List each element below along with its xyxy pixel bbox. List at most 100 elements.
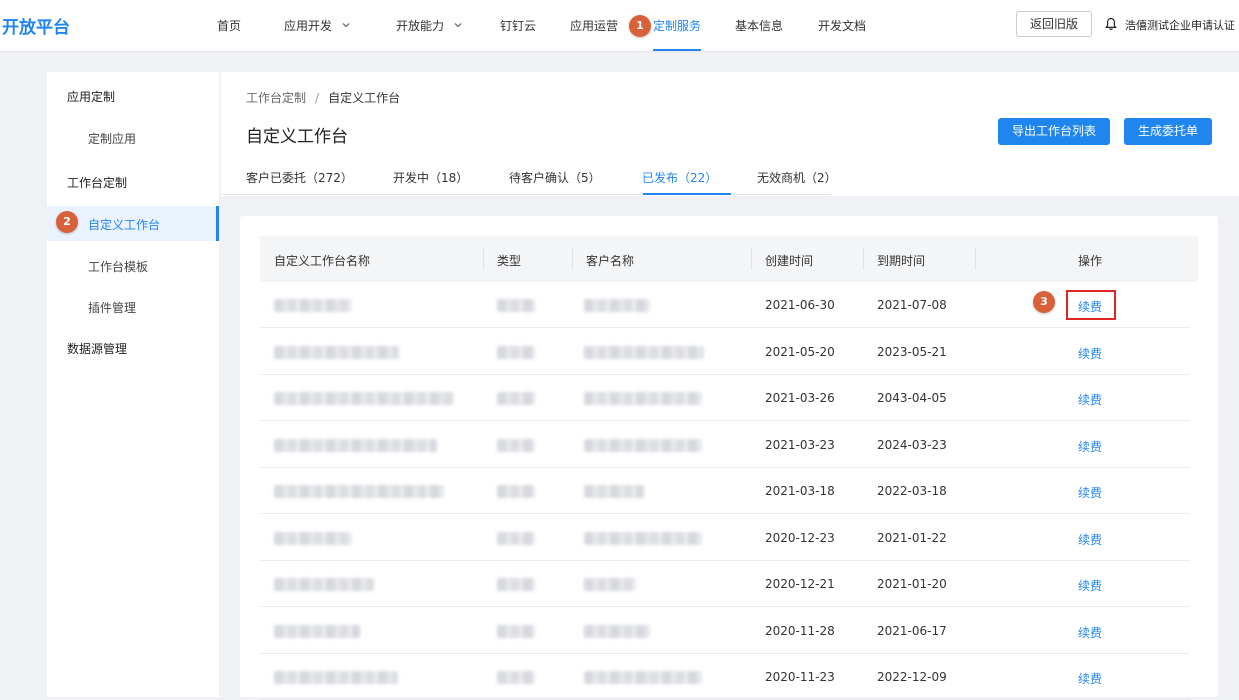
table-row: 2021-03-23 2024-03-23 续费 <box>260 422 1190 468</box>
sidebar-group-app-custom[interactable]: 应用定制 <box>67 88 115 105</box>
redacted-workbench-name <box>274 624 360 638</box>
created-date: 2021-06-30 <box>765 298 835 312</box>
redacted-customer-name <box>584 624 650 638</box>
redacted-customer-name <box>584 392 702 405</box>
created-date: 2021-03-23 <box>765 437 835 452</box>
expires-date: 2022-12-09 <box>877 670 947 684</box>
nav-item-dev-docs[interactable]: 开发文档 <box>818 17 866 34</box>
nav-item-app-dev[interactable]: 应用开发 <box>284 17 350 34</box>
nav-item-label: 应用运营 <box>570 19 619 33</box>
table-row: 2021-03-18 2022-03-18 续费 <box>260 468 1190 514</box>
nav-item-label: 基本信息 <box>735 19 784 33</box>
tab-commissioned[interactable]: 客户已委托（272） <box>246 169 353 186</box>
nav-item-label: 开放能力 <box>396 19 445 33</box>
redacted-workbench-name <box>274 578 374 591</box>
page-title: 自定义工作台 <box>246 127 348 147</box>
table-row: 2020-11-28 2021-06-17 续费 <box>260 608 1190 654</box>
redacted-customer-name <box>584 531 702 545</box>
column-separator <box>572 248 573 270</box>
export-workbench-list-button[interactable]: 导出工作台列表 <box>998 118 1110 145</box>
redacted-type <box>497 392 535 405</box>
nav-item-basic-info[interactable]: 基本信息 <box>735 17 783 34</box>
tab-in-development[interactable]: 开发中（18） <box>393 169 468 186</box>
tab-pending-confirm[interactable]: 待客户确认（5） <box>509 169 601 186</box>
nav-item-label: 应用开发 <box>284 19 333 33</box>
return-old-version-button[interactable]: 返回旧版 <box>1016 11 1092 37</box>
brand-logo-text[interactable]: 开放平台 <box>2 13 70 38</box>
nav-item-label: 定制服务 <box>653 19 702 33</box>
sidebar-group-datasource[interactable]: 数据源管理 <box>67 340 127 357</box>
column-separator <box>975 248 976 270</box>
tab-published[interactable]: 已发布（22） <box>642 169 717 186</box>
column-separator <box>751 248 752 270</box>
top-navigation-bar: 开放平台 首页 应用开发 开放能力 钉钉云 应用运营 定制服务 基本信息 开发文… <box>0 0 1239 52</box>
expires-date: 2021-01-20 <box>877 577 947 591</box>
renew-link[interactable]: 续费 <box>1078 624 1102 641</box>
redacted-type <box>497 578 535 591</box>
redacted-customer-name <box>584 578 636 591</box>
sidebar-group-workbench-custom[interactable]: 工作台定制 <box>67 174 127 191</box>
content-area: 自定义工作台名称 类型 客户名称 创建时间 到期时间 操作 2021-06-30… <box>221 196 1239 700</box>
renew-link[interactable]: 续费 <box>1078 531 1102 548</box>
nav-item-dingtalk-cloud[interactable]: 钉钉云 <box>500 17 536 34</box>
nav-item-app-operations[interactable]: 应用运营 <box>570 17 618 34</box>
expires-date: 2022-03-18 <box>877 484 947 498</box>
expires-date: 2023-05-21 <box>877 344 947 359</box>
nav-item-custom-service[interactable]: 定制服务 <box>653 17 701 34</box>
sidebar-item-plugin-manage[interactable]: 插件管理 <box>88 299 136 316</box>
table-row: 2020-12-21 2021-01-20 续费 <box>260 561 1190 607</box>
table-row: 2020-11-23 2022-12-09 续费 <box>260 654 1190 700</box>
redacted-type <box>497 438 535 452</box>
tab-divider <box>221 194 831 195</box>
redacted-customer-name <box>584 299 650 312</box>
table-header: 自定义工作台名称 类型 客户名称 创建时间 到期时间 操作 <box>260 236 1198 282</box>
expires-date: 2021-07-08 <box>877 298 947 312</box>
nav-active-underline <box>653 49 701 51</box>
table-row: 2021-03-26 2043-04-05 续费 <box>260 375 1190 421</box>
created-date: 2020-12-21 <box>765 577 835 591</box>
redacted-workbench-name <box>274 345 399 359</box>
table-card: 自定义工作台名称 类型 客户名称 创建时间 到期时间 操作 2021-06-30… <box>240 216 1218 700</box>
nav-item-open-capability[interactable]: 开放能力 <box>396 17 462 34</box>
created-date: 2021-03-26 <box>765 391 835 405</box>
redacted-type <box>497 345 535 359</box>
column-header-name: 自定义工作台名称 <box>274 254 371 268</box>
column-header-created: 创建时间 <box>765 254 814 268</box>
sidebar-item-custom-app[interactable]: 定制应用 <box>88 130 136 147</box>
renew-link[interactable]: 续费 <box>1078 484 1102 501</box>
column-separator <box>483 248 484 270</box>
renew-link[interactable]: 续费 <box>1078 577 1102 594</box>
redacted-customer-name <box>584 485 644 498</box>
chevron-down-icon <box>454 23 462 28</box>
main-panel: 工作台定制 / 自定义工作台 自定义工作台 导出工作台列表 生成委托单 客户已委托（… <box>221 72 1239 700</box>
step-badge-1: 1 <box>629 15 651 37</box>
redacted-type <box>497 624 535 638</box>
renew-link[interactable]: 续费 <box>1078 345 1102 362</box>
expires-date: 2024-03-23 <box>877 437 947 452</box>
redacted-workbench-name <box>274 671 398 684</box>
chevron-down-icon <box>342 23 350 28</box>
renew-highlight-box <box>1066 290 1116 320</box>
renew-link[interactable]: 续费 <box>1078 391 1102 408</box>
status-tabs: 客户已委托（272） 开发中（18） 待客户确认（5） 已发布（22） 无效商机… <box>221 167 1239 195</box>
renew-link[interactable]: 续费 <box>1078 438 1102 455</box>
column-header-actions: 操作 <box>1078 254 1103 268</box>
sidebar-item-custom-workbench[interactable]: 自定义工作台 <box>88 216 160 233</box>
expires-date: 2021-01-22 <box>877 530 947 545</box>
breadcrumb-separator: / <box>315 91 320 105</box>
renew-link[interactable]: 续费 <box>1078 670 1102 687</box>
bell-icon[interactable] <box>1105 17 1117 31</box>
redacted-customer-name <box>584 345 704 359</box>
redacted-workbench-name <box>274 485 444 498</box>
nav-item-label: 钉钉云 <box>500 19 537 33</box>
create-commission-button[interactable]: 生成委托单 <box>1124 118 1212 145</box>
company-name[interactable]: 浩僖测试企业申请认证 <box>1125 17 1239 33</box>
breadcrumb: 工作台定制 / 自定义工作台 <box>246 89 400 106</box>
created-date: 2021-05-20 <box>765 344 835 359</box>
nav-item-home[interactable]: 首页 <box>217 17 241 34</box>
created-date: 2020-11-28 <box>765 623 835 638</box>
tab-invalid-leads[interactable]: 无效商机（2） <box>757 169 837 186</box>
sidebar-item-workbench-template[interactable]: 工作台模板 <box>88 258 148 275</box>
breadcrumb-item-workbench-custom[interactable]: 工作台定制 <box>246 91 306 105</box>
expires-date: 2021-06-17 <box>877 623 947 638</box>
